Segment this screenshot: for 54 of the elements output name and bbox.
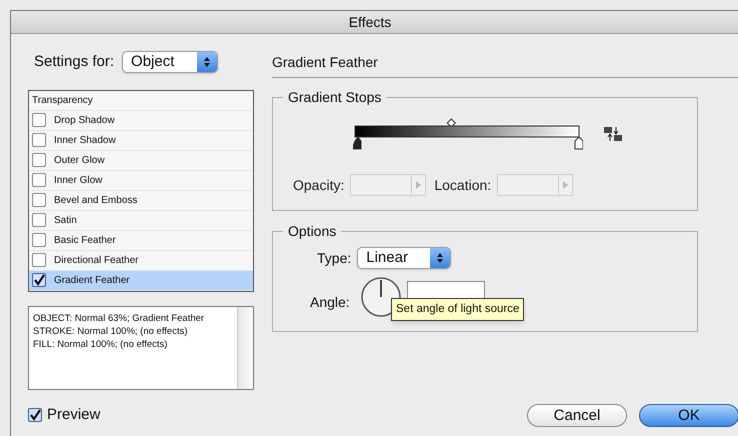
effect-row[interactable]: Inner Shadow [29, 130, 253, 150]
ok-button[interactable]: OK [639, 404, 738, 427]
location-label: Location: [434, 176, 492, 194]
effect-checkbox[interactable] [32, 273, 46, 287]
settings-for-label: Settings for: [34, 52, 114, 72]
effect-label: Inner Glow [54, 174, 102, 188]
effect-label: Drop Shadow [54, 114, 115, 128]
effect-checkbox[interactable] [32, 193, 46, 207]
summary-line: OBJECT: Normal 63%; Gradient Feather [33, 312, 206, 324]
effect-label: Bevel and Emboss [54, 194, 138, 208]
effect-row[interactable]: Drop Shadow [29, 110, 253, 130]
stepper-icon [436, 252, 444, 264]
tooltip: Set angle of light source [391, 298, 524, 322]
effect-label: Transparency [32, 94, 93, 108]
effect-checkbox[interactable] [32, 233, 46, 247]
effect-row[interactable]: Basic Feather [29, 230, 253, 250]
opacity-field[interactable] [350, 174, 426, 196]
panel-title: Gradient Feather [272, 53, 379, 71]
swap-icon[interactable] [603, 126, 623, 142]
effect-row[interactable]: Directional Feather [29, 250, 253, 270]
effect-checkbox[interactable] [32, 153, 46, 167]
angle-label: Angle: [310, 293, 350, 312]
effect-checkbox[interactable] [32, 173, 46, 187]
preview-checkbox[interactable] [28, 408, 42, 422]
preview-label: Preview [47, 404, 100, 424]
type-label: Type: [317, 248, 352, 268]
effect-label: Gradient Feather [54, 274, 130, 288]
effect-row[interactable]: Outer Glow [29, 150, 253, 170]
summary-line: STROKE: Normal 100%; (no effects) [33, 324, 189, 338]
effect-row[interactable]: Gradient Feather [29, 270, 253, 290]
effect-label: Basic Feather [54, 234, 116, 248]
effect-label: Satin [54, 214, 77, 228]
opacity-label: Opacity: [293, 176, 344, 195]
effect-row[interactable]: Inner Glow [29, 170, 253, 190]
window-title: Effects [348, 12, 392, 32]
list-header[interactable]: Transparency [29, 90, 253, 110]
effect-row[interactable]: Satin [29, 210, 253, 230]
effect-checkbox[interactable] [32, 213, 46, 227]
effect-label: Directional Feather [54, 254, 138, 268]
arrow-icon [563, 181, 568, 189]
effect-row[interactable]: Bevel and Emboss [29, 190, 253, 210]
effect-checkbox[interactable] [32, 253, 46, 267]
effect-checkbox[interactable] [32, 113, 46, 127]
effect-checkbox[interactable] [32, 133, 46, 147]
effect-label: Outer Glow [54, 154, 105, 168]
arrow-icon [416, 181, 422, 189]
location-field[interactable] [497, 174, 574, 196]
settings-for-dropdown[interactable]: Object [122, 51, 218, 74]
gradient-slider[interactable] [353, 116, 583, 152]
effect-label: Inner Shadow [54, 134, 116, 148]
summary-line: FILL: Normal 100%; (no effects) [33, 338, 168, 350]
stepper-icon [203, 56, 212, 68]
type-dropdown[interactable]: Linear [357, 247, 452, 269]
cancel-button[interactable]: Cancel [527, 404, 627, 427]
